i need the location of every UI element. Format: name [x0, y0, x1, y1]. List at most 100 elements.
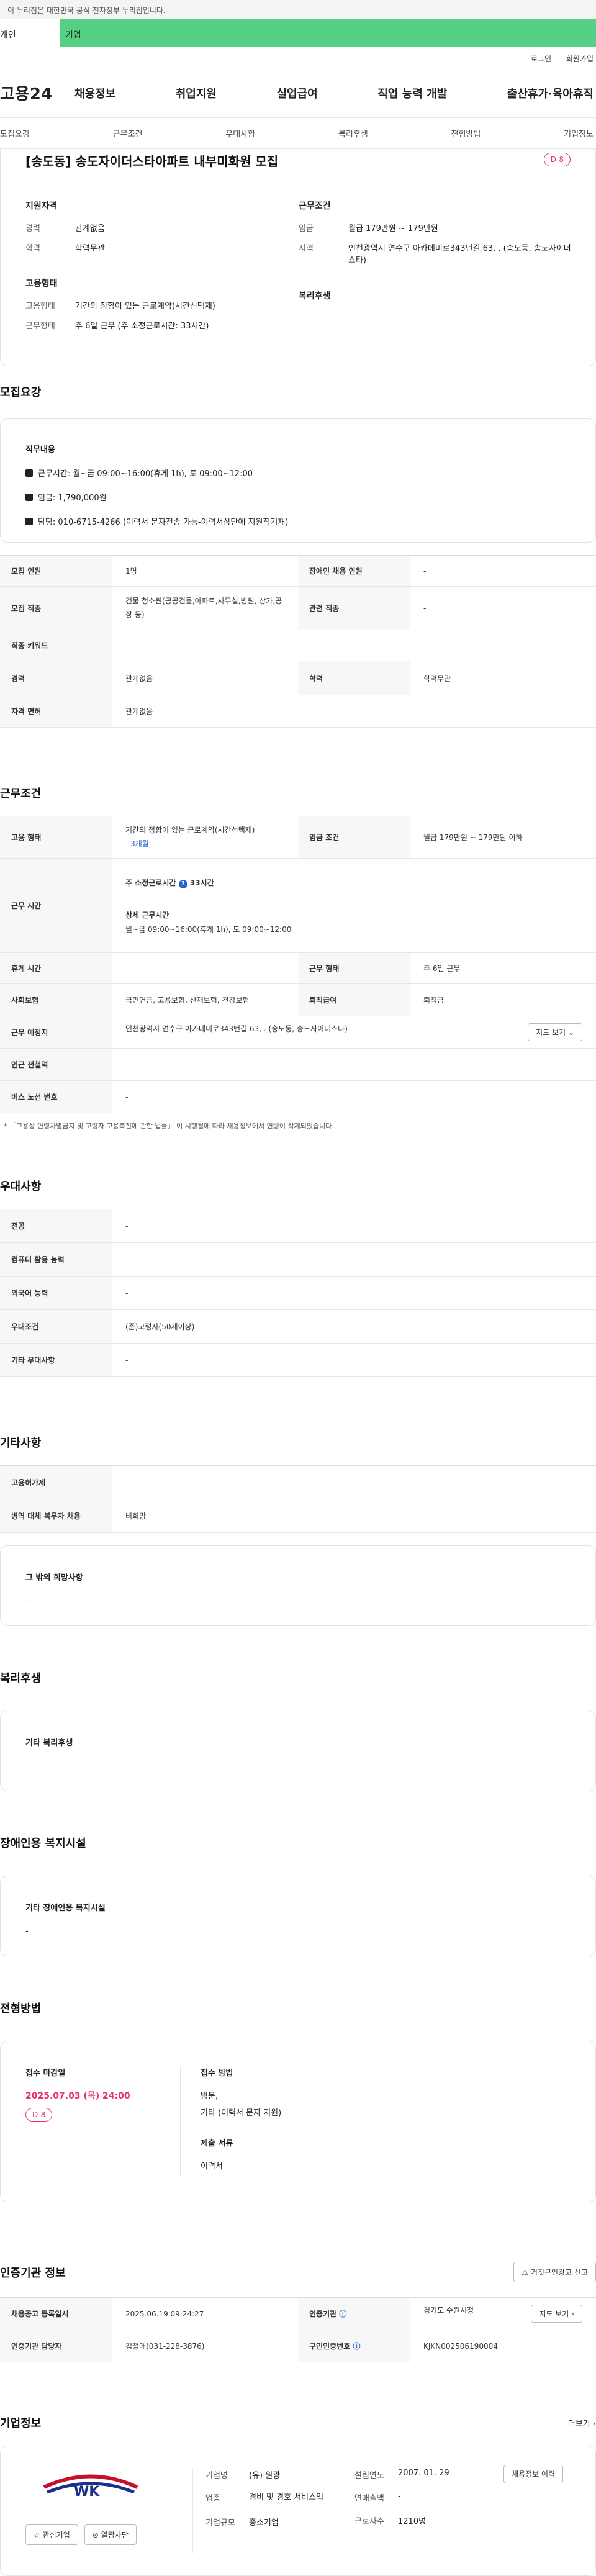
nav-jobs[interactable]: 채용정보: [74, 85, 115, 101]
company-size-label: 기업규모: [205, 2518, 235, 2528]
table-header: 직종 키워드: [0, 630, 112, 661]
table-header: 고용 형태: [0, 816, 112, 859]
info-icon[interactable]: ⓘ: [339, 2310, 346, 2318]
table-header: 사회보험: [0, 983, 112, 1016]
table-cell: -: [112, 1080, 596, 1113]
anchor-tabs: 모집요강 근무조건 우대사항 복리후생 전형방법 기업정보: [0, 118, 596, 149]
info-icon[interactable]: ?: [178, 879, 187, 888]
method-value: 방문,: [201, 2092, 219, 2101]
signup-link[interactable]: 회원가입: [566, 55, 594, 63]
welfare-box-title: 기타 복리후생: [25, 1738, 73, 1748]
company-more-link[interactable]: 더보기 ›: [568, 2417, 596, 2429]
company-logo: WK: [43, 2474, 138, 2500]
recruit-heading: 모집요강: [0, 386, 42, 399]
company-card: WK ☆ 관심기업 ⊘ 열람차단 기업명 (유) 원광 업종 경비 및 경호 서비스…: [0, 2446, 596, 2576]
anchor-recruit[interactable]: 모집요강: [0, 127, 30, 139]
table-header: 근무 예정지: [0, 1016, 112, 1049]
table-cell: -: [112, 1209, 596, 1243]
duty-item: 담당: 010-6715-4266 (이력서 문자전송 가능-이력서상단에 지원…: [25, 515, 571, 527]
method-label: 접수 방법: [201, 2069, 233, 2078]
duty-item: 근무시간: 월~금 09:00~16:00(휴게 1h), 토 09:00~12…: [25, 467, 571, 479]
table-cell: -: [112, 1276, 596, 1310]
conditions-heading: 근무조건: [0, 787, 42, 800]
welfare-box-value: -: [25, 1761, 29, 1771]
disabled-facility-title: 기타 장애인용 복지시설: [25, 1904, 106, 1913]
anchor-welfare[interactable]: 복리후생: [338, 127, 368, 139]
svg-text:WK: WK: [74, 2484, 100, 2500]
emptype-value: 기간의 정함이 있는 근로계약(시간선택제): [75, 302, 215, 311]
duty-box: 직무내용 근무시간: 월~금 09:00~16:00(휴게 1h), 토 09:…: [0, 418, 596, 543]
table-header: 구인인증번호 ⓘ: [298, 2330, 410, 2362]
company-name-label: 기업명: [205, 2471, 228, 2480]
site-logo[interactable]: 고용24: [0, 81, 74, 104]
process-box: 접수 마감일 2025.07.03 (목) 24:00 D-8 접수 방법 방문…: [0, 2041, 596, 2202]
duty-item: 임금: 1,790,000원: [25, 491, 571, 503]
job-history-button[interactable]: 채용정보 이력: [503, 2465, 564, 2483]
table-header: 채용공고 등록일시: [0, 2297, 112, 2330]
agency-table: 채용공고 등록일시 2025.06.19 09:24:27 인증기관 ⓘ 경기도…: [0, 2297, 596, 2362]
founded-label: 설립연도: [354, 2471, 384, 2480]
staff-value: 1210명: [398, 2517, 427, 2526]
anchor-preference[interactable]: 우대사항: [225, 127, 255, 139]
worktype-value: 주 6일 근무 (주 소정근로시간: 33시간): [75, 321, 209, 331]
table-cell: -: [112, 1465, 596, 1499]
tab-company[interactable]: 기업: [60, 19, 596, 47]
nav-vocational-training[interactable]: 직업 능력 개발: [377, 85, 447, 101]
map-view-button[interactable]: 지도 보기 ⌄: [528, 1023, 582, 1041]
anchor-conditions[interactable]: 근무조건: [113, 127, 143, 139]
disabled-facility-value: -: [25, 1927, 29, 1936]
company-heading: 기업정보: [0, 2417, 42, 2430]
nav-employment-support[interactable]: 취업지원: [176, 85, 217, 101]
table-header: 임금 조건: [298, 816, 410, 859]
false-ad-report-button[interactable]: ⚠ 거짓구인광고 신고: [513, 2262, 596, 2282]
work-conditions-heading: 근무조건: [299, 201, 331, 211]
global-nav: 고용24 채용정보 취업지원 실업급여 직업 능력 개발 출산휴가·육아휴직: [0, 68, 596, 118]
anchor-company[interactable]: 기업정보: [564, 127, 594, 139]
employment-heading: 고용형태: [25, 279, 58, 289]
chevron-down-icon: ⌄: [567, 1028, 574, 1037]
table-cell: (준)고령자(50세이상): [112, 1309, 596, 1344]
table-cell: 관계없음: [112, 695, 596, 728]
chevron-right-icon: ›: [571, 2310, 574, 2318]
table-header: 자격 면허: [0, 695, 112, 728]
table-header: 기타 우대사항: [0, 1343, 112, 1377]
company-name-value: (유) 원광: [249, 2471, 281, 2480]
docs-value: 이력서: [201, 2162, 223, 2171]
nav-unemployment-benefit[interactable]: 실업급여: [277, 85, 318, 101]
star-icon: ☆: [34, 2531, 40, 2539]
region-value: 인천광역시 연수구 아카데미로343번길 63, . (송도동, 송도자이더스타…: [348, 243, 571, 266]
industry-value: 경비 및 경호 서비스업: [249, 2493, 324, 2502]
work-time-cell: 주 소정근로시간 ? 33시간 상세 근무시간 월~금 09:00~16:00(…: [112, 858, 596, 953]
industry-label: 업종: [205, 2494, 220, 2503]
table-header: 퇴직급여: [298, 983, 410, 1016]
table-cell: 비희망: [112, 1499, 596, 1533]
recruit-table: 모집 인원 1명 장애인 채용 인원 - 모집 직종 건물 청소원(공공건물,아…: [0, 555, 596, 728]
process-heading: 전형방법: [0, 2002, 42, 2015]
table-header: 컴퓨터 활용 능력: [0, 1242, 112, 1277]
table-cell: 김정애(031-228-3876): [112, 2330, 298, 2362]
other-wishes-value: -: [25, 1596, 29, 1606]
user-type-tabs: 개인 기업: [0, 19, 596, 47]
nav-parental-leave[interactable]: 출산휴가·육아휴직: [507, 85, 594, 101]
info-icon[interactable]: ⓘ: [353, 2342, 360, 2351]
siren-icon: ⚠: [522, 2268, 529, 2277]
agency-map-button[interactable]: 지도 보기 ›: [531, 2305, 582, 2323]
table-header: 장애인 채용 인원: [298, 555, 410, 587]
login-link[interactable]: 로그인: [531, 55, 551, 63]
table-cell: -: [112, 1048, 596, 1081]
table-header: 전공: [0, 1209, 112, 1243]
job-title: [송도동] 송도자이더스타아파트 내부미화원 모집: [25, 154, 279, 169]
career-value: 관계없음: [75, 224, 105, 233]
anchor-process[interactable]: 전형방법: [451, 127, 481, 139]
company-size-value: 중소기업: [249, 2518, 279, 2528]
table-header: 근무 형태: [298, 952, 410, 984]
tab-personal[interactable]: 개인: [0, 19, 60, 47]
welfare-heading: 복리후생: [299, 291, 331, 301]
dday-badge: D-8: [25, 2108, 53, 2122]
conditions-table: 고용 형태 기간의 정함이 있는 근로계약(시간선택제) - 3개월 임금 조건…: [0, 816, 596, 1113]
table-cell: -: [410, 555, 596, 587]
block-company-button[interactable]: ⊘ 열람차단: [84, 2524, 137, 2545]
table-header: 병역 대체 복무자 채용: [0, 1499, 112, 1533]
favorite-company-button[interactable]: ☆ 관심기업: [25, 2524, 78, 2545]
deadline-label: 접수 마감일: [25, 2069, 66, 2078]
